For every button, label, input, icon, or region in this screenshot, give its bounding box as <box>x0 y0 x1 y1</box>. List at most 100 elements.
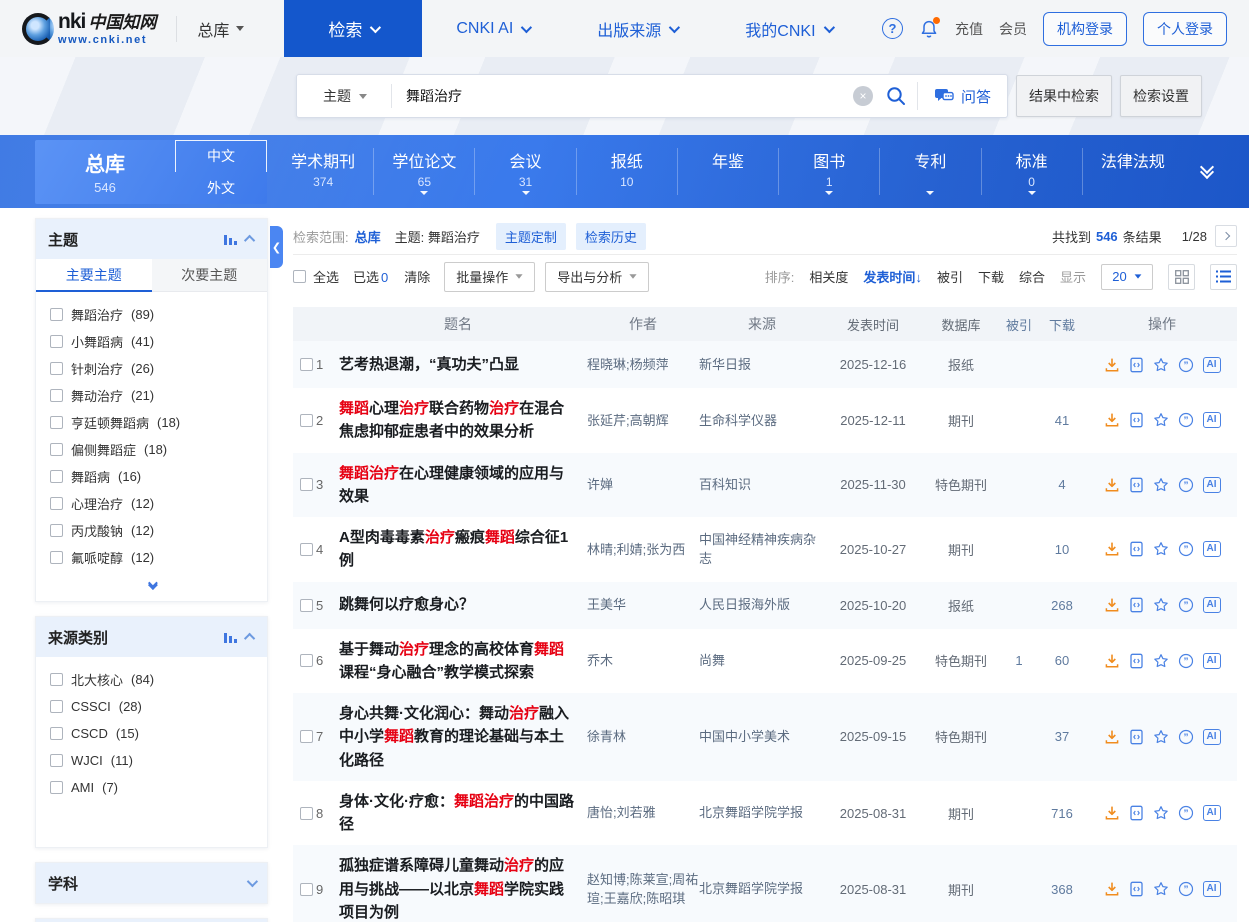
quote-icon[interactable]: ” <box>1178 541 1194 557</box>
list-view-button[interactable] <box>1210 264 1237 290</box>
quote-icon[interactable]: ” <box>1178 881 1194 897</box>
filter-checkbox-item[interactable]: 舞蹈病 (16) <box>50 463 267 490</box>
result-title-link[interactable]: 基于舞动治疗理念的高校体育舞蹈课程“身心融合”教学模式探索 <box>339 638 577 685</box>
favorite-star-icon[interactable] <box>1153 653 1169 669</box>
download-icon[interactable] <box>1104 881 1120 897</box>
filter-checkbox[interactable] <box>50 362 63 375</box>
result-authors[interactable]: 徐青林 <box>587 729 626 744</box>
filter-checkbox[interactable] <box>50 497 63 510</box>
result-source-link[interactable]: 中国神经精神疾病杂志 <box>699 532 816 567</box>
favorite-star-icon[interactable] <box>1153 412 1169 428</box>
database-tab[interactable]: 学术期刊 374 <box>273 148 373 195</box>
favorite-star-icon[interactable] <box>1153 541 1169 557</box>
filter-checkbox[interactable] <box>50 673 63 686</box>
chevron-up-icon[interactable] <box>244 633 255 644</box>
favorite-star-icon[interactable] <box>1153 881 1169 897</box>
database-tab[interactable]: 年鉴 <box>677 148 778 195</box>
ai-assistant-icon[interactable]: AI <box>1203 357 1221 373</box>
language-tab[interactable]: 外文 <box>175 172 267 204</box>
expand-more-topics[interactable] <box>36 575 267 601</box>
sort-option[interactable]: 综合↓ <box>1019 267 1045 286</box>
filter-checkbox[interactable] <box>50 700 63 713</box>
search-icon[interactable] <box>885 85 907 107</box>
select-all-checkbox[interactable] <box>293 270 306 283</box>
select-all-label[interactable]: 全选 <box>313 267 339 286</box>
html-read-icon[interactable] <box>1129 653 1144 669</box>
top-nav-item[interactable]: 出版来源 <box>563 0 711 57</box>
bar-chart-icon[interactable] <box>224 233 237 245</box>
chevron-up-icon[interactable] <box>244 235 255 246</box>
bar-chart-icon[interactable] <box>224 631 237 643</box>
top-nav-item[interactable]: 我的CNKI <box>711 0 865 57</box>
row-checkbox[interactable] <box>300 414 313 427</box>
result-source-link[interactable]: 生命科学仪器 <box>699 413 777 428</box>
result-source-link[interactable]: 中国中小学美术 <box>699 729 790 744</box>
html-read-icon[interactable] <box>1129 597 1144 613</box>
clear-search-icon[interactable]: × <box>853 86 873 106</box>
result-title-link[interactable]: 舞蹈治疗在心理健康领域的应用与效果 <box>339 462 577 509</box>
result-title-link[interactable]: 舞蹈心理治疗联合药物治疗在混合焦虑抑郁症患者中的效果分析 <box>339 397 577 444</box>
download-icon[interactable] <box>1104 729 1120 745</box>
ai-assistant-icon[interactable]: AI <box>1203 597 1221 613</box>
database-tab[interactable]: 法律法规 <box>1082 148 1183 195</box>
ai-assistant-icon[interactable]: AI <box>1203 653 1221 669</box>
result-title-link[interactable]: 身心共舞·文化润心：舞动治疗融入中小学舞蹈教育的理论基础与本土化路径 <box>339 702 577 772</box>
download-icon[interactable] <box>1104 805 1120 821</box>
result-authors[interactable]: 唐怡;刘若雅 <box>587 805 656 820</box>
filter-checkbox-item[interactable]: 氟哌啶醇 (12) <box>50 544 267 571</box>
download-icon[interactable] <box>1104 653 1120 669</box>
row-checkbox[interactable] <box>300 654 313 667</box>
top-nav-item[interactable]: 检索 <box>284 0 422 57</box>
filter-checkbox-item[interactable]: 偏侧舞蹈症 (18) <box>50 436 267 463</box>
result-authors[interactable]: 赵知博;陈莱宣;周祐瑄;王嘉欣;陈昭琪 <box>587 872 698 907</box>
filter-checkbox[interactable] <box>50 308 63 321</box>
download-icon[interactable] <box>1104 597 1120 613</box>
sort-option[interactable]: 发表时间↓ <box>863 267 922 286</box>
result-authors[interactable]: 张延芹;高朝辉 <box>587 413 669 428</box>
export-analyze-dropdown[interactable]: 导出与分析 <box>545 262 649 292</box>
search-settings-button[interactable]: 检索设置 <box>1120 75 1202 117</box>
download-icon[interactable] <box>1104 541 1120 557</box>
result-authors[interactable]: 乔木 <box>587 653 613 668</box>
subject-panel-header[interactable]: 学科 <box>36 863 267 903</box>
db-total-library-tab[interactable]: 总库 546 中文 外文 <box>35 140 267 204</box>
filter-checkbox-item[interactable]: 舞蹈治疗 (89) <box>50 301 267 328</box>
help-icon[interactable]: ? <box>882 18 903 39</box>
sidebar-collapse-handle[interactable]: ❮ <box>270 226 283 268</box>
result-authors[interactable]: 王美华 <box>587 597 626 612</box>
filter-checkbox[interactable] <box>50 443 63 456</box>
recharge-link[interactable]: 充值 <box>955 19 983 39</box>
filter-checkbox-item[interactable]: 北大核心 (84) <box>50 666 267 693</box>
language-tab[interactable]: 中文 <box>175 140 267 173</box>
ai-assistant-icon[interactable]: AI <box>1203 412 1221 428</box>
quote-icon[interactable]: ” <box>1178 477 1194 493</box>
row-checkbox[interactable] <box>300 358 313 371</box>
filter-checkbox[interactable] <box>50 524 63 537</box>
result-source-link[interactable]: 百科知识 <box>699 477 751 492</box>
quote-icon[interactable]: ” <box>1178 729 1194 745</box>
quote-icon[interactable]: ” <box>1178 597 1194 613</box>
filter-checkbox-item[interactable]: 舞动治疗 (21) <box>50 382 267 409</box>
html-read-icon[interactable] <box>1129 805 1144 821</box>
quote-icon[interactable]: ” <box>1178 805 1194 821</box>
search-in-results-button[interactable]: 结果中检索 <box>1016 75 1112 117</box>
html-read-icon[interactable] <box>1129 881 1144 897</box>
filter-checkbox[interactable] <box>50 416 63 429</box>
search-field-dropdown[interactable]: 主题 <box>297 86 391 106</box>
database-tab[interactable]: 报纸 10 <box>576 148 677 195</box>
result-source-link[interactable]: 新华日报 <box>699 357 751 372</box>
filter-checkbox[interactable] <box>50 470 63 483</box>
clear-selection-button[interactable]: 清除 <box>404 267 430 286</box>
result-authors[interactable]: 许婵 <box>587 477 613 492</box>
html-read-icon[interactable] <box>1129 541 1144 557</box>
filter-checkbox-item[interactable]: CSCD (15) <box>50 720 267 747</box>
filter-checkbox-item[interactable]: CSSCI (28) <box>50 693 267 720</box>
result-source-link[interactable]: 尚舞 <box>699 653 725 668</box>
quote-icon[interactable]: ” <box>1178 357 1194 373</box>
html-read-icon[interactable] <box>1129 729 1144 745</box>
chevron-down-icon[interactable] <box>247 876 258 887</box>
ai-assistant-icon[interactable]: AI <box>1203 881 1221 897</box>
filter-checkbox[interactable] <box>50 335 63 348</box>
result-title-link[interactable]: 跳舞何以疗愈身心？ <box>339 593 577 616</box>
filter-checkbox-item[interactable]: AMI (7) <box>50 774 267 801</box>
